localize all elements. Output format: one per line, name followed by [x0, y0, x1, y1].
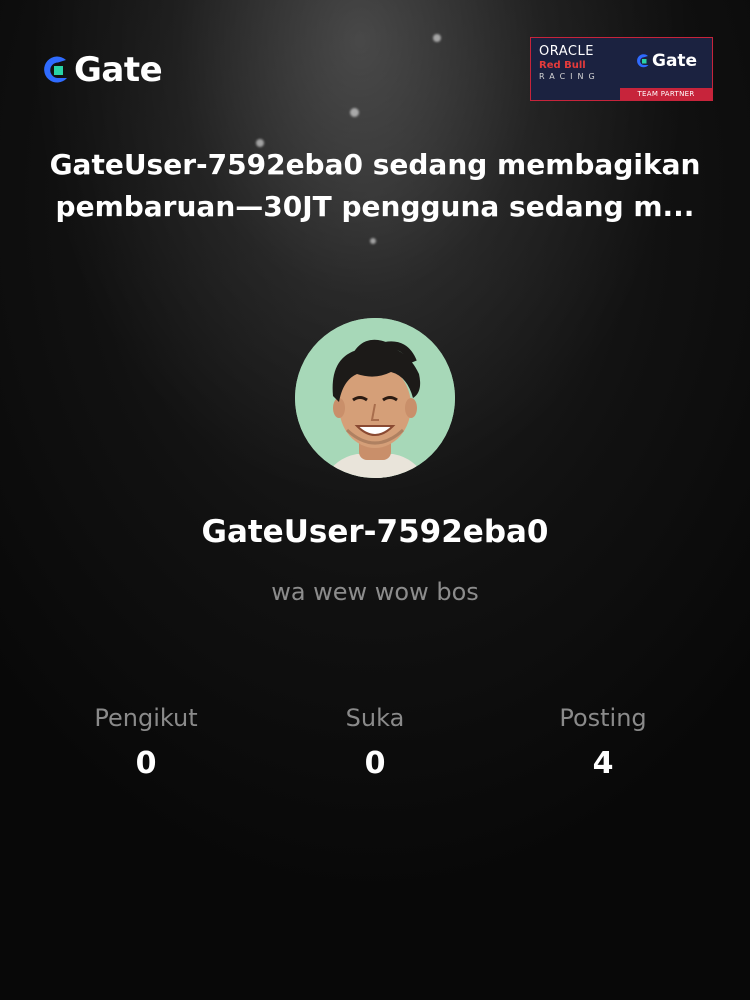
gate-logo-icon [44, 56, 67, 83]
share-card: Gate ORACLE Red Bull RACING Gate TEAM PA… [0, 0, 750, 1000]
stat-label: Suka [345, 704, 405, 732]
stat-value: 0 [135, 746, 157, 781]
light-sparkle [350, 108, 359, 117]
light-sparkle [433, 34, 441, 42]
stat-value: 4 [592, 746, 614, 781]
stat-label: Pengikut [94, 704, 198, 732]
partner-gate-name: Gate [652, 51, 698, 71]
stat-likes: Suka 0 [265, 704, 485, 781]
gate-logo-icon [637, 54, 649, 68]
stat-followers: Pengikut 0 [36, 704, 256, 781]
username: GateUser-7592eba0 [201, 514, 549, 550]
stat-label: Posting [559, 704, 647, 732]
partner-gate-logo: Gate [633, 51, 697, 71]
partner-redbull-text: Red Bull [539, 60, 586, 71]
avatar-photo [295, 318, 455, 478]
share-headline: GateUser-7592eba0 sedang membagikan pemb… [49, 148, 701, 223]
stat-posts: Posting 4 [493, 704, 713, 781]
partner-oracle-text: ORACLE [539, 44, 594, 59]
brand-logo: Gate [36, 50, 163, 90]
brand-name: Gate [74, 50, 163, 90]
team-partner-label: TEAM PARTNER [620, 88, 712, 100]
team-partner-badge: ORACLE Red Bull RACING Gate TEAM PARTNER [530, 37, 713, 101]
avatar [295, 318, 455, 478]
stat-value: 0 [364, 746, 386, 781]
profile-bio: wa wew wow bos [271, 578, 479, 606]
light-sparkle [370, 238, 376, 244]
partner-racing-text: RACING [539, 72, 600, 81]
